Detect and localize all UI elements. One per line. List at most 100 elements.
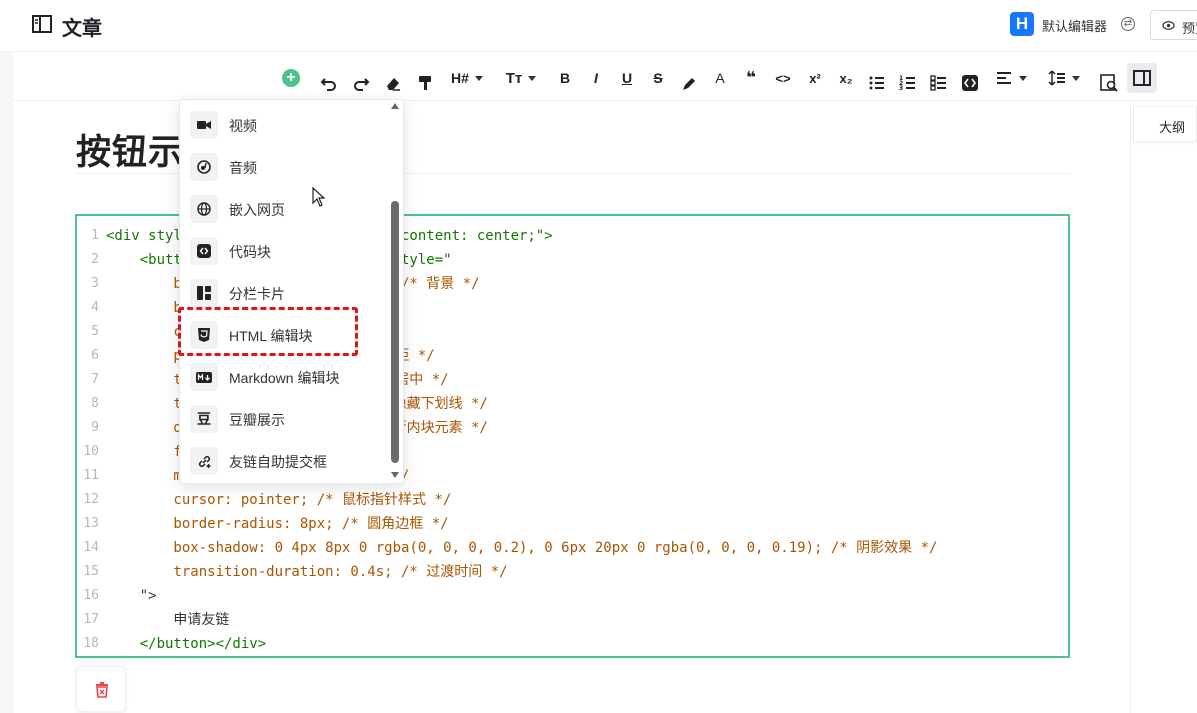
redo-icon[interactable] — [351, 68, 371, 98]
code-line[interactable]: 12 cursor: pointer; /* 鼠标指针样式 */ — [77, 488, 1068, 512]
left-edge-strip — [0, 0, 13, 713]
chevron-down-icon — [528, 75, 537, 81]
code-line[interactable]: 16 "> — [77, 584, 1068, 608]
editor-logo-icon: H — [1010, 12, 1034, 36]
line-number: 8 — [91, 396, 99, 411]
insert-menu-item[interactable]: 音频 — [180, 146, 390, 188]
font-color-button[interactable]: A — [711, 63, 729, 93]
find-replace-icon[interactable] — [1099, 68, 1119, 98]
markdown-icon — [190, 363, 218, 391]
preview-label: 预览 — [1182, 21, 1197, 36]
italic-button[interactable]: I — [587, 63, 605, 93]
code-text: cursor: pointer; /* 鼠标指针样式 */ — [106, 492, 452, 508]
code-line[interactable]: 13 border-radius: 8px; /* 圆角边框 */ — [77, 512, 1068, 536]
top-header: 文章 H 默认编辑器 ⇄ 预览 — [0, 0, 1197, 52]
line-number: 1 — [91, 228, 99, 243]
code-line[interactable]: 17 申请友链 — [77, 608, 1068, 632]
chevron-down-icon — [474, 75, 483, 81]
insert-menu-item-label: 视频 — [229, 118, 257, 134]
editor-page: 文章 H 默认编辑器 ⇄ 预览 + — [0, 0, 1197, 713]
scroll-up-arrow-icon[interactable] — [391, 103, 399, 109]
code-text: "> — [106, 588, 157, 604]
eraser-icon[interactable] — [383, 68, 403, 98]
align-dropdown[interactable] — [991, 63, 1031, 93]
switch-editor-icon[interactable]: ⇄ — [1121, 17, 1135, 31]
insert-menu-item-label: 代码块 — [229, 244, 271, 260]
editor-toolbar: + H# Tт B I U S A ❝ <> x² x₂ 1 2 3 — [13, 55, 1197, 101]
outline-toggle-button[interactable] — [1127, 63, 1157, 93]
insert-menu-item-label: 分栏卡片 — [229, 286, 285, 302]
line-number: 14 — [83, 540, 99, 555]
delete-block-button[interactable] — [76, 666, 126, 712]
code-text: 申请友链 — [106, 612, 230, 628]
douban-icon: 豆 — [190, 405, 218, 433]
code-block-icon[interactable] — [960, 68, 980, 98]
document-title[interactable]: 按钮示 — [76, 124, 184, 175]
line-height-dropdown[interactable] — [1043, 63, 1085, 93]
code-line[interactable]: 15 transition-duration: 0.4s; /* 过渡时间 */ — [77, 560, 1068, 584]
editor-select-label[interactable]: 默认编辑器 — [1042, 16, 1107, 35]
line-number: 11 — [83, 468, 99, 483]
insert-menu-item[interactable]: 友链自助提交框 — [180, 440, 390, 482]
line-number: 7 — [91, 372, 99, 387]
preview-button[interactable]: 预览 — [1150, 10, 1197, 40]
scroll-down-arrow-icon[interactable] — [391, 472, 399, 478]
font-size-dropdown[interactable]: Tт — [501, 63, 541, 93]
outline-label: 大纲 — [1159, 120, 1186, 135]
code-block-icon — [190, 237, 218, 265]
line-number: 2 — [91, 252, 99, 267]
outline-tab[interactable]: 大纲 — [1133, 106, 1197, 142]
insert-menu-item-label: 音频 — [229, 160, 257, 176]
code-text: </button></div> — [106, 636, 267, 652]
video-icon — [190, 111, 218, 139]
bold-button[interactable]: B — [556, 63, 574, 93]
task-list-icon[interactable] — [929, 68, 949, 98]
superscript-button[interactable]: x² — [805, 63, 825, 93]
undo-icon[interactable] — [319, 68, 339, 98]
line-number: 9 — [91, 420, 99, 435]
code-line[interactable]: 18 </button></div> — [77, 632, 1068, 656]
line-number: 3 — [91, 276, 99, 291]
line-number: 4 — [91, 300, 99, 315]
side-panel-icon — [1133, 70, 1151, 86]
insert-menu-item-label: Markdown 编辑块 — [229, 370, 340, 386]
sidebar-toggle-icon[interactable] — [32, 15, 52, 33]
line-number: 13 — [83, 516, 99, 531]
line-number: 5 — [91, 324, 99, 339]
quote-button[interactable]: ❝ — [742, 63, 760, 93]
insert-menu-item-label: 友链自助提交框 — [229, 454, 327, 470]
insert-menu-item-label: 嵌入网页 — [229, 202, 285, 218]
ordered-list-icon[interactable]: 1 2 3 — [898, 68, 918, 98]
format-painter-icon[interactable] — [415, 68, 435, 98]
insert-block-menu: 视频 音频 嵌入网页 代码块 分栏卡片 HTML 编辑块 Markdown 编辑块豆豆瓣展示… — [179, 99, 404, 484]
line-number: 16 — [83, 588, 99, 603]
inline-code-button[interactable]: <> — [772, 63, 794, 93]
line-number: 15 — [83, 564, 99, 579]
insert-menu-item[interactable]: 嵌入网页 — [180, 188, 390, 230]
underline-button[interactable]: U — [618, 63, 636, 93]
menu-scrollbar-thumb[interactable] — [391, 201, 399, 463]
annotation-highlight-box — [178, 307, 358, 356]
line-number: 12 — [83, 492, 99, 507]
line-height-icon — [1048, 70, 1065, 86]
insert-menu-item[interactable]: 豆豆瓣展示 — [180, 398, 390, 440]
trash-icon — [96, 682, 108, 698]
insert-menu-item[interactable]: Markdown 编辑块 — [180, 356, 390, 398]
insert-menu-item-label: 豆瓣展示 — [229, 412, 285, 428]
bullet-list-icon[interactable] — [867, 68, 887, 98]
strikethrough-button[interactable]: S — [649, 63, 667, 93]
subscript-button[interactable]: x₂ — [836, 63, 856, 93]
highlight-pen-icon[interactable] — [680, 69, 698, 99]
code-line[interactable]: 14 box-shadow: 0 4px 8px 0 rgba(0, 0, 0,… — [77, 536, 1068, 560]
line-number: 6 — [91, 348, 99, 363]
insert-menu-item[interactable]: 代码块 — [180, 230, 390, 272]
insert-block-button[interactable]: + — [282, 69, 300, 87]
heading-dropdown[interactable]: H# — [447, 63, 487, 93]
eye-icon — [1162, 21, 1175, 30]
insert-menu-item[interactable]: 视频 — [180, 104, 390, 146]
chevron-down-icon — [1019, 75, 1027, 81]
audio-icon — [190, 153, 218, 181]
outline-panel — [1130, 102, 1197, 713]
align-left-icon — [997, 72, 1011, 84]
chevron-down-icon — [1072, 75, 1080, 81]
